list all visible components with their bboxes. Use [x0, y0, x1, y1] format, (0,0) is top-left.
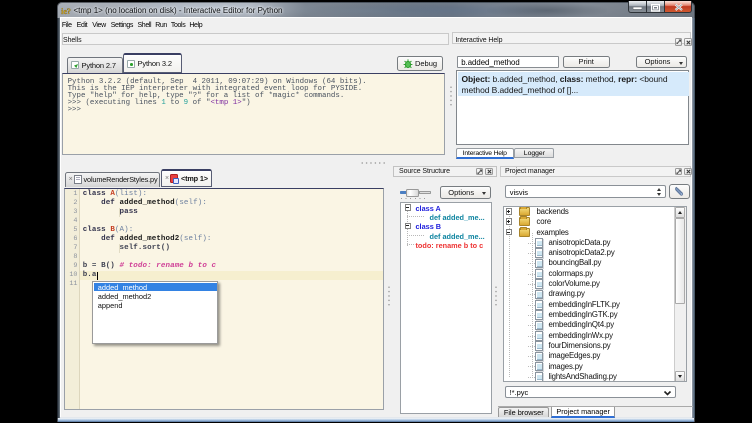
svg-text:ie?: ie? [61, 7, 71, 16]
